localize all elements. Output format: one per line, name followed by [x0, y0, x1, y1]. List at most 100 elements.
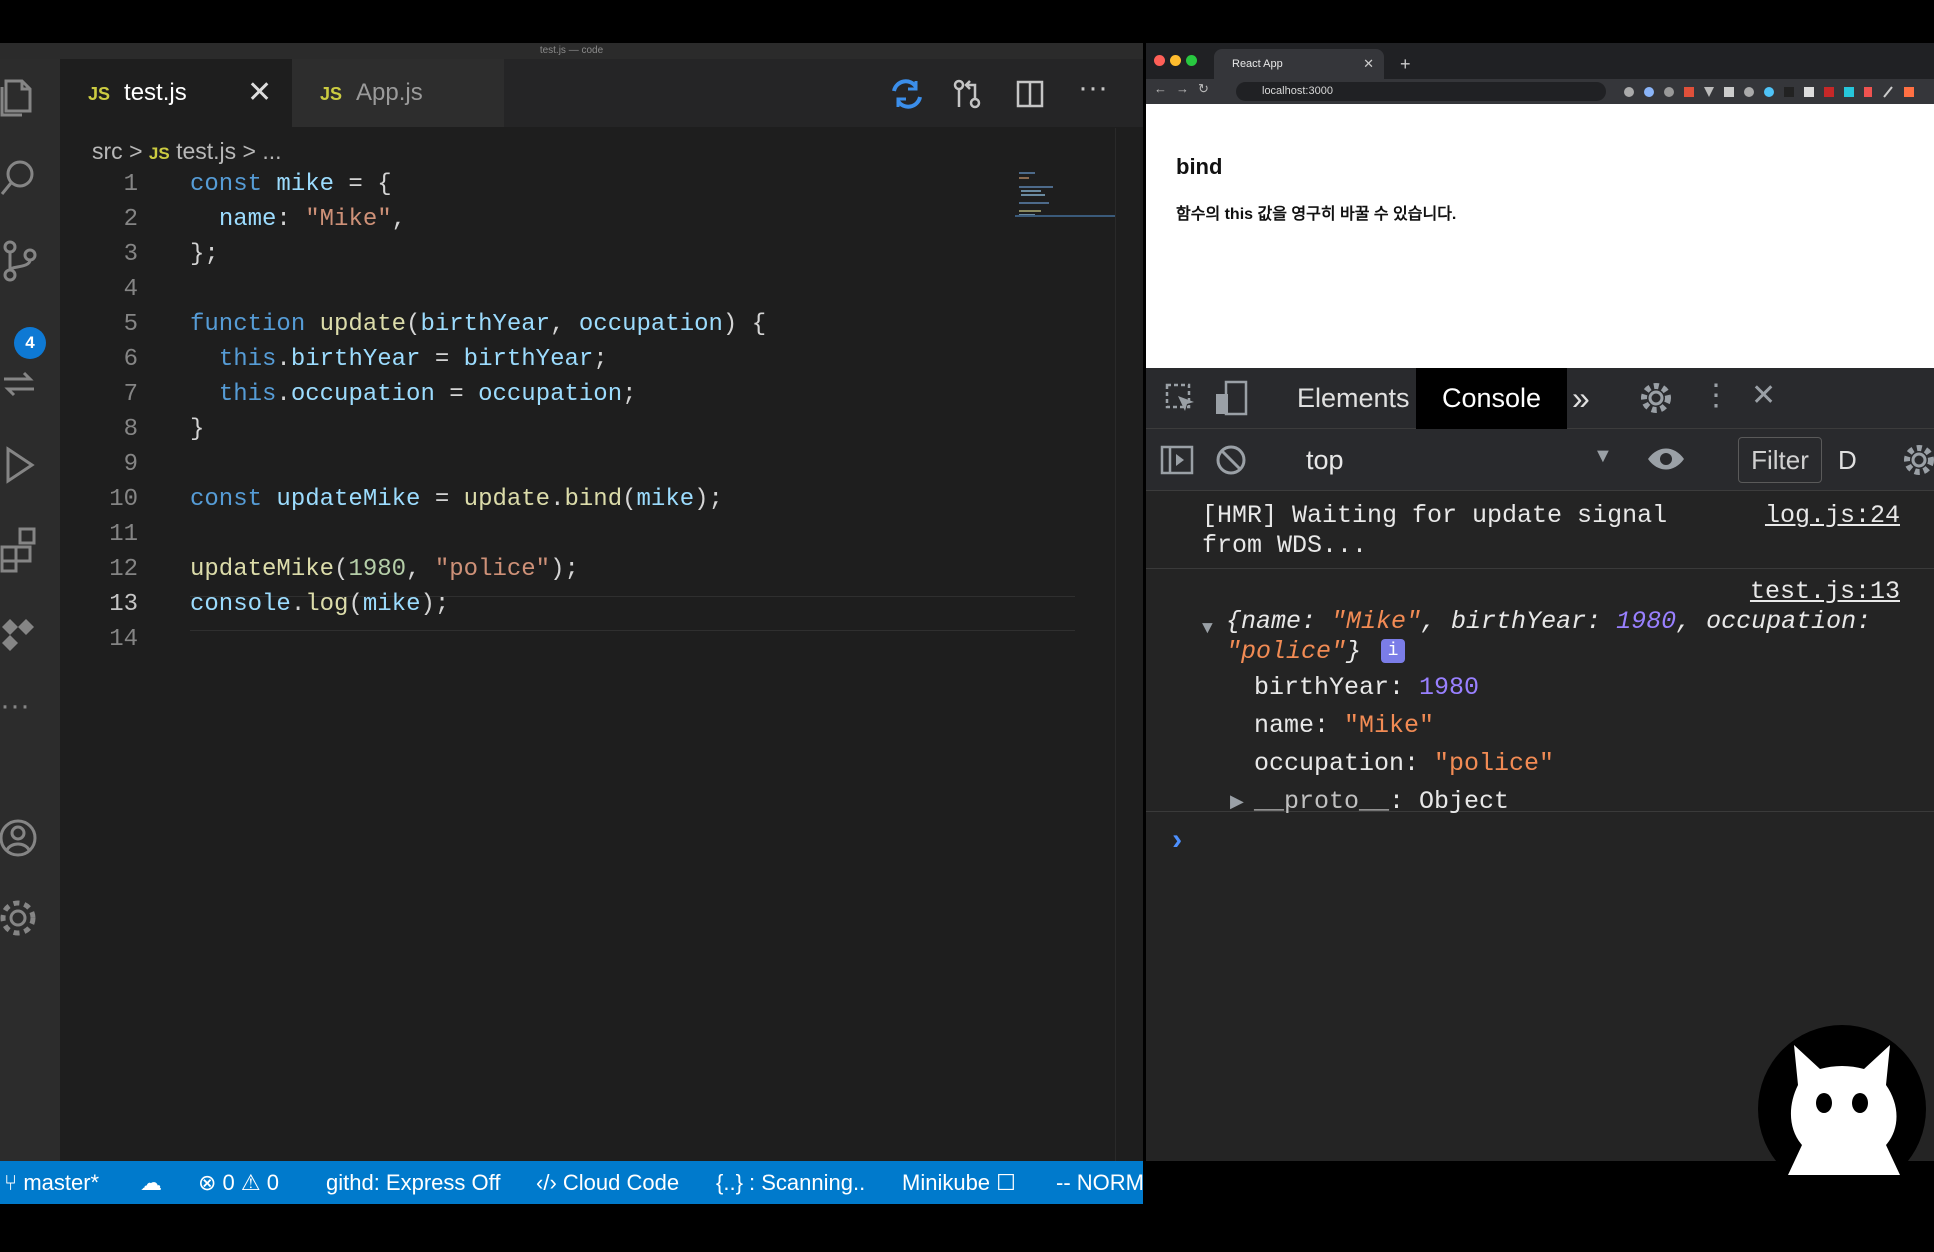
extensions-toolbar[interactable]	[1621, 85, 1921, 99]
tab-console[interactable]: Console	[1416, 368, 1568, 429]
console-message: test.js:13 ▼ {name: "Mike", birthYear: 1…	[1146, 569, 1934, 816]
code-line[interactable]: updateMike(1980, "police");	[190, 552, 579, 587]
code-editor[interactable]: 1 const mike = { 2 name: "Mike", 3}; 4 5 f…	[60, 167, 1075, 657]
reload-icon[interactable]: ↻	[1198, 81, 1209, 97]
kebab-menu-icon[interactable]: ⋮	[1701, 378, 1731, 414]
tab-title: React App	[1232, 58, 1283, 70]
filter-input[interactable]: Filter	[1738, 437, 1822, 483]
remote-sync-icon[interactable]	[0, 359, 40, 407]
code-line[interactable]: this.birthYear = birthYear;	[190, 342, 608, 377]
line-number: 1	[123, 171, 138, 198]
more-tabs-icon[interactable]: »	[1546, 368, 1616, 429]
line-number: 5	[123, 311, 138, 338]
property-row: birthYear: 1980	[1254, 673, 1480, 702]
zoom-window-button[interactable]	[1186, 55, 1197, 66]
line-number: 4	[123, 276, 138, 303]
inspect-element-icon[interactable]	[1164, 382, 1198, 421]
tab-elements[interactable]: Elements	[1271, 368, 1436, 429]
settings-gear-icon[interactable]	[0, 894, 40, 942]
info-icon[interactable]: i	[1381, 639, 1405, 663]
close-icon[interactable]: ✕	[1363, 49, 1374, 79]
sync-cloud-icon[interactable]: ☁	[140, 1161, 162, 1204]
code-line[interactable]: const mike = {	[190, 167, 392, 202]
tab-label: App.js	[356, 79, 423, 106]
expand-triangle-icon[interactable]: ▶	[1230, 791, 1244, 813]
minikube-status[interactable]: Minikube ☐	[902, 1161, 1016, 1204]
close-icon[interactable]: ✕	[1751, 378, 1776, 414]
property-row: name: "Mike"	[1254, 711, 1435, 740]
back-icon[interactable]: ←	[1154, 81, 1167, 96]
editor-scrollbar[interactable]	[1115, 128, 1143, 1161]
new-tab-button[interactable]: +	[1400, 49, 1411, 79]
split-editor-icon[interactable]	[1015, 79, 1045, 114]
problems-status[interactable]: ⊗ 0 ⚠ 0	[198, 1161, 279, 1204]
line-number: 8	[123, 416, 138, 443]
account-icon[interactable]	[0, 814, 40, 862]
search-icon[interactable]	[0, 154, 40, 202]
code-line[interactable]: const updateMike = update.bind(mike);	[190, 482, 723, 517]
breadcrumb-symbol[interactable]: ...	[262, 138, 281, 164]
browser-toolbar: ← → ↻ localhost:3000	[1146, 79, 1934, 104]
extensions-icon[interactable]	[0, 525, 40, 573]
line-number: 6	[123, 346, 138, 373]
message-text: from WDS...	[1202, 531, 1368, 560]
cloud-code-status[interactable]: ‹/› Cloud Code	[536, 1161, 679, 1204]
tab-app-js[interactable]: JS App.js	[292, 59, 504, 127]
console-toolbar: top ▼ Filter D	[1146, 429, 1934, 491]
open-changes-icon[interactable]	[952, 79, 982, 114]
breadcrumb-file[interactable]: test.js	[176, 138, 236, 164]
device-toolbar-icon[interactable]	[1214, 380, 1250, 421]
clear-console-icon[interactable]	[1214, 443, 1248, 482]
more-actions-icon[interactable]: ···	[1078, 71, 1108, 105]
console-prompt[interactable]: ›	[1168, 825, 1186, 859]
minimize-window-button[interactable]	[1170, 55, 1181, 66]
explorer-icon[interactable]	[0, 71, 40, 119]
settings-gear-icon[interactable]	[1638, 380, 1674, 421]
chevron-right-icon: >	[129, 138, 143, 164]
devtools-tab-bar: Elements Console » ⋮ ✕	[1146, 368, 1934, 429]
log-levels-dropdown[interactable]: D	[1838, 429, 1857, 491]
tab-test-js[interactable]: JS test.js ✕	[60, 59, 292, 127]
property-row[interactable]: __proto__: Object	[1254, 787, 1509, 816]
source-link[interactable]: log.js:24	[1765, 501, 1900, 530]
code-line[interactable]: this.occupation = occupation;	[190, 377, 637, 412]
more-icon[interactable]: ···	[0, 691, 40, 739]
address-bar[interactable]: localhost:3000	[1236, 82, 1606, 101]
line-number: 10	[109, 486, 138, 513]
status-bar: ⑂ master* ☁ ⊗ 0 ⚠ 0 githd: Express Off ‹…	[0, 1161, 1143, 1204]
dropdown-arrow-icon[interactable]: ▼	[1593, 445, 1613, 468]
page-paragraph: 함수의 this 값을 영구히 바꿀 수 있습니다.	[1176, 206, 1457, 223]
show-sidebar-icon[interactable]	[1160, 443, 1194, 482]
web-page: bind 함수의 this 값을 영구히 바꿀 수 있습니다.	[1146, 104, 1934, 368]
branch-status[interactable]: ⑂ master*	[4, 1161, 99, 1204]
source-link[interactable]: test.js:13	[1750, 577, 1900, 606]
forward-icon[interactable]: →	[1176, 81, 1189, 96]
githd-status[interactable]: githd: Express Off	[326, 1161, 500, 1204]
browser-tab[interactable]: React App ✕	[1214, 49, 1384, 79]
object-preview[interactable]: "police"}	[1226, 637, 1361, 666]
code-line[interactable]: };	[190, 237, 219, 272]
code-line[interactable]: console.log(mike);	[190, 587, 449, 622]
object-preview[interactable]: {name: "Mike", birthYear: 1980, occupati…	[1226, 607, 1871, 636]
close-icon[interactable]: ✕	[247, 59, 272, 127]
expand-triangle-icon[interactable]: ▼	[1202, 619, 1213, 639]
scanning-status[interactable]: {..} : Scanning..	[716, 1161, 865, 1204]
editor-tab-bar: JS test.js ✕ JS App.js ···	[60, 59, 1143, 127]
line-number: 12	[109, 556, 138, 583]
compare-diff-icon[interactable]	[890, 79, 924, 114]
breadcrumb: src > JS test.js > ...	[92, 133, 282, 169]
context-selector[interactable]: top	[1306, 429, 1344, 491]
code-line[interactable]: function update(birthYear, occupation) {	[190, 307, 766, 342]
breadcrumb-folder[interactable]: src	[92, 138, 123, 164]
kubernetes-icon[interactable]	[0, 609, 40, 657]
code-line[interactable]: }	[190, 412, 204, 447]
close-window-button[interactable]	[1154, 55, 1165, 66]
chevron-right-icon: >	[242, 138, 256, 164]
console-settings-icon[interactable]	[1902, 443, 1934, 482]
run-debug-icon[interactable]	[0, 441, 40, 489]
code-line[interactable]: name: "Mike",	[190, 202, 406, 237]
live-expression-eye-icon[interactable]	[1646, 441, 1686, 482]
source-control-icon[interactable]	[0, 237, 40, 285]
line-number: 3	[123, 241, 138, 268]
minimap[interactable]	[1015, 168, 1115, 228]
